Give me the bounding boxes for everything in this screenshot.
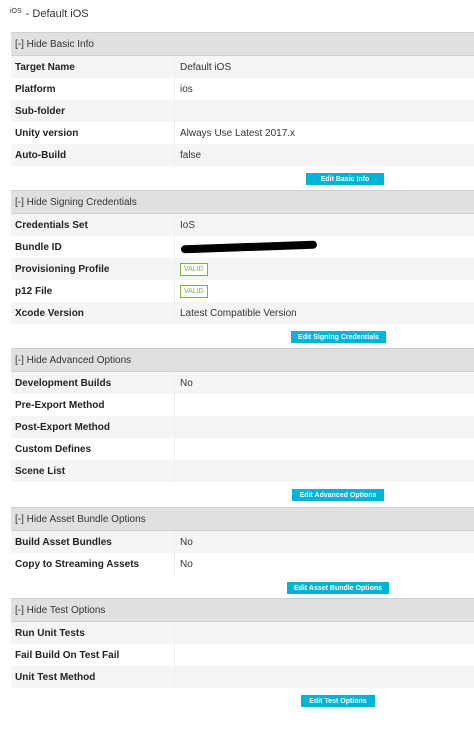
edit-basic-info-button[interactable]: Edit Basic Info <box>306 173 384 185</box>
toggle-asset-bundle-options[interactable]: [-] Hide Asset Bundle Options <box>11 507 474 531</box>
label-copy-to-streaming-assets: Copy to Streaming Assets <box>11 553 175 575</box>
label-bundle-id: Bundle ID <box>11 236 175 258</box>
label-custom-defines: Custom Defines <box>11 438 175 460</box>
row-provisioning-profile: Provisioning Profile VALID <box>11 258 474 280</box>
button-row-basic: Edit Basic Info <box>11 166 474 188</box>
value-xcode-version: Latest Compatible Version <box>180 307 297 319</box>
section-signing-credentials: [-] Hide Signing Credentials Credentials… <box>11 190 474 346</box>
label-provisioning-profile: Provisioning Profile <box>11 258 175 280</box>
section-test-options: [-] Hide Test Options Run Unit Tests Fai… <box>11 598 474 710</box>
row-run-unit-tests: Run Unit Tests <box>11 622 474 644</box>
value-unit-test-method <box>175 666 474 688</box>
label-fail-build-on-test-fail: Fail Build On Test Fail <box>11 644 175 666</box>
toggle-signing-credentials[interactable]: [-] Hide Signing Credentials <box>11 190 474 214</box>
value-bundle-id <box>175 236 474 258</box>
value-custom-defines <box>175 438 474 460</box>
value-sub-folder <box>175 100 474 122</box>
button-row-advanced: Edit Advanced Options <box>11 482 474 504</box>
row-fail-build-on-test-fail: Fail Build On Test Fail <box>11 644 474 666</box>
row-unit-test-method: Unit Test Method <box>11 666 474 688</box>
label-p12-file: p12 File <box>11 280 175 302</box>
edit-advanced-options-button[interactable]: Edit Advanced Options <box>292 489 384 501</box>
label-xcode-version: Xcode Version <box>11 302 175 324</box>
edit-test-options-button[interactable]: Edit Test Options <box>301 695 375 707</box>
row-sub-folder: Sub-folder <box>11 100 474 122</box>
row-auto-build: Auto-Build false <box>11 144 474 166</box>
label-scene-list: Scene List <box>11 460 175 482</box>
label-unit-test-method: Unit Test Method <box>11 666 175 688</box>
value-target-name: Default iOS <box>180 61 232 73</box>
row-platform: Platform ios <box>11 78 474 100</box>
row-custom-defines: Custom Defines <box>11 438 474 460</box>
label-auto-build: Auto-Build <box>11 144 175 166</box>
value-unity-version: Always Use Latest 2017.x <box>180 127 296 139</box>
label-development-builds: Development Builds <box>11 372 175 394</box>
row-p12-file: p12 File VALID <box>11 280 474 302</box>
label-sub-folder: Sub-folder <box>11 100 175 122</box>
valid-badge: VALID <box>180 284 208 298</box>
row-development-builds: Development Builds No <box>11 372 474 394</box>
row-target-name: Target Name Default iOS <box>11 56 474 78</box>
section-basic-info: [-] Hide Basic Info Target Name Default … <box>11 32 474 188</box>
row-unity-version: Unity version Always Use Latest 2017.x <box>11 122 474 144</box>
value-p12-file: VALID <box>175 280 474 302</box>
button-row-test: Edit Test Options <box>11 688 474 710</box>
label-post-export-method: Post-Export Method <box>11 416 175 438</box>
label-platform: Platform <box>11 78 175 100</box>
value-development-builds: No <box>180 377 193 389</box>
button-row-signing: Edit Signing Credentials <box>11 324 474 346</box>
edit-asset-bundle-options-button[interactable]: Edit Asset Bundle Options <box>287 582 389 594</box>
toggle-advanced-options[interactable]: [-] Hide Advanced Options <box>11 348 474 372</box>
value-fail-build-on-test-fail <box>175 644 474 666</box>
toggle-basic-info[interactable]: [-] Hide Basic Info <box>11 32 474 56</box>
value-copy-to-streaming-assets: No <box>180 558 193 570</box>
row-scene-list: Scene List <box>11 460 474 482</box>
value-credentials-set: IoS <box>180 219 196 231</box>
value-auto-build: false <box>180 149 202 161</box>
label-target-name: Target Name <box>11 56 175 78</box>
label-unity-version: Unity version <box>11 122 175 144</box>
label-run-unit-tests: Run Unit Tests <box>11 622 175 644</box>
value-post-export-method <box>175 416 474 438</box>
section-advanced-options: [-] Hide Advanced Options Development Bu… <box>11 348 474 504</box>
page-title: - Default iOS <box>25 8 89 20</box>
section-asset-bundle-options: [-] Hide Asset Bundle Options Build Asse… <box>11 507 474 597</box>
row-build-asset-bundles: Build Asset Bundles No <box>11 531 474 553</box>
row-credentials-set: Credentials Set IoS <box>11 214 474 236</box>
value-scene-list <box>175 460 474 482</box>
edit-signing-credentials-button[interactable]: Edit Signing Credentials <box>291 331 386 343</box>
redacted-bundle-id <box>180 240 318 254</box>
row-bundle-id: Bundle ID <box>11 236 474 258</box>
button-row-asset-bundle: Edit Asset Bundle Options <box>11 575 474 597</box>
toggle-test-options[interactable]: [-] Hide Test Options <box>11 598 474 622</box>
value-build-asset-bundles: No <box>180 536 193 548</box>
value-provisioning-profile: VALID <box>175 258 474 280</box>
ios-platform-icon: iOS <box>10 7 22 15</box>
row-pre-export-method: Pre-Export Method <box>11 394 474 416</box>
value-pre-export-method <box>175 394 474 416</box>
value-run-unit-tests <box>175 622 474 644</box>
label-credentials-set: Credentials Set <box>11 214 175 236</box>
page-header: iOS - Default iOS <box>10 6 89 22</box>
row-copy-to-streaming-assets: Copy to Streaming Assets No <box>11 553 474 575</box>
label-build-asset-bundles: Build Asset Bundles <box>11 531 175 553</box>
valid-badge: VALID <box>180 262 208 276</box>
label-pre-export-method: Pre-Export Method <box>11 394 175 416</box>
row-xcode-version: Xcode Version Latest Compatible Version <box>11 302 474 324</box>
row-post-export-method: Post-Export Method <box>11 416 474 438</box>
value-platform: ios <box>180 83 193 95</box>
